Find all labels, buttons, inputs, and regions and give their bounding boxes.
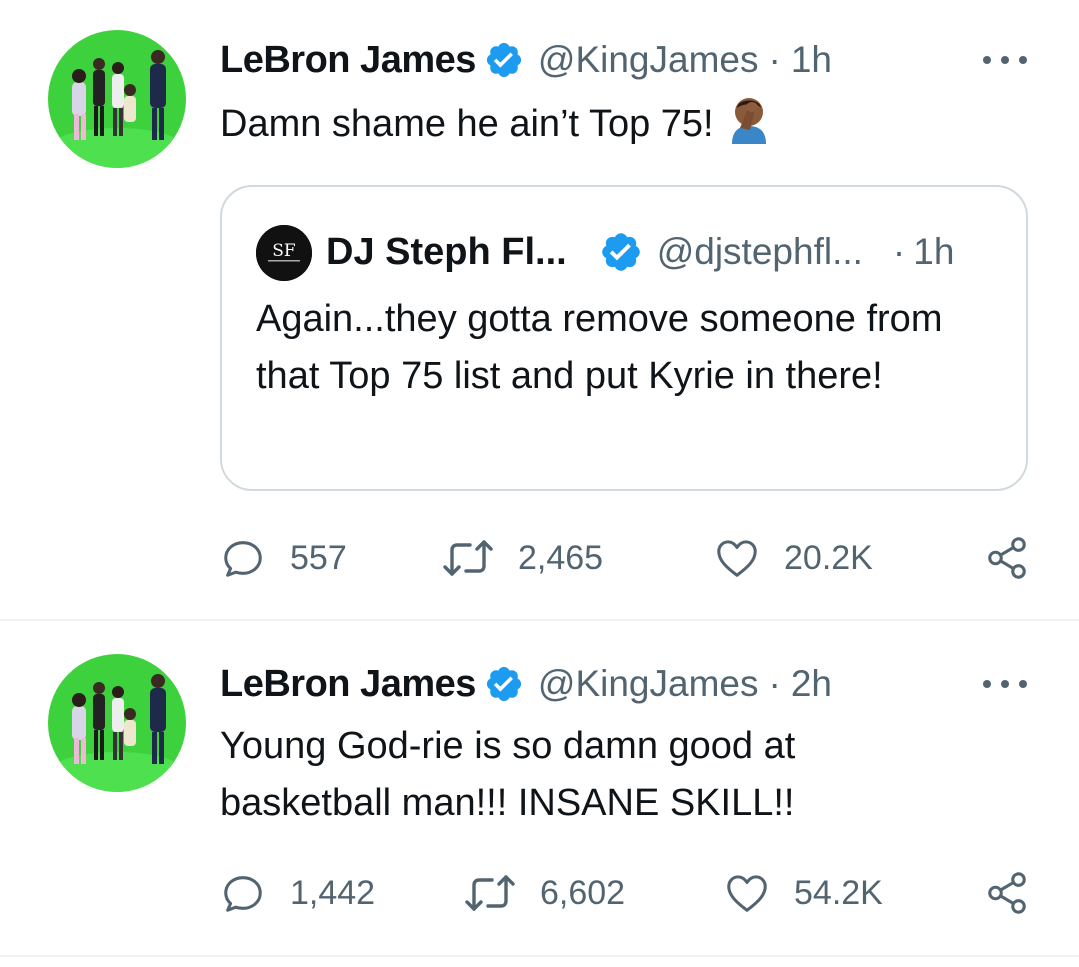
share-icon xyxy=(984,535,1030,581)
like-button[interactable]: 20.2K xyxy=(714,528,873,588)
quoted-tweet[interactable]: SF DJ Steph Fl... @djstephfl... · 1h Aga… xyxy=(220,185,1028,491)
reply-icon xyxy=(220,535,266,581)
tweet-time[interactable]: 2h xyxy=(791,663,832,705)
tweet-divider xyxy=(0,619,1079,621)
more-options-icon[interactable] xyxy=(983,674,1027,694)
tweet-header: LeBron James @KingJames · 2h xyxy=(220,656,832,712)
tweet-time[interactable]: 1h xyxy=(791,39,832,81)
reply-button[interactable]: 1,442 xyxy=(220,863,375,923)
retweet-icon xyxy=(442,535,494,581)
author-avatar[interactable] xyxy=(48,30,186,168)
separator-dot: · xyxy=(768,663,781,704)
share-button[interactable] xyxy=(984,528,1030,588)
tweet-header: LeBron James @KingJames · 1h xyxy=(220,32,832,88)
quoted-tweet-text: Again...they gotta remove someone from t… xyxy=(256,298,943,397)
separator-dot: · xyxy=(768,39,781,80)
quoted-tweet-time: 1h xyxy=(913,231,955,272)
retweet-icon xyxy=(464,870,516,916)
quoted-author-name: DJ Steph Fl... xyxy=(326,230,567,273)
tweet-text-content: Damn shame he ain’t Top 75! xyxy=(220,103,714,145)
reply-button[interactable]: 557 xyxy=(220,528,347,588)
author-name[interactable]: LeBron James xyxy=(220,39,476,82)
reply-icon xyxy=(220,870,266,916)
verified-badge-icon xyxy=(484,664,524,704)
quoted-avatar-initials: SF xyxy=(272,241,296,261)
tweet-text-line: basketball man!!! INSANE SKILL!! xyxy=(220,782,795,824)
verified-badge-icon xyxy=(599,230,643,274)
facepalm-emoji-icon xyxy=(728,94,770,161)
heart-icon xyxy=(724,870,770,916)
share-button[interactable] xyxy=(984,863,1030,923)
separator-dot: · xyxy=(892,231,906,272)
quoted-author-avatar[interactable]: SF xyxy=(256,225,312,281)
retweet-button[interactable]: 2,465 xyxy=(442,528,603,588)
quoted-author-handle: @djstephfl... xyxy=(656,231,863,272)
like-count: 20.2K xyxy=(784,538,873,577)
retweet-count: 2,465 xyxy=(518,538,604,577)
retweet-count: 6,602 xyxy=(540,873,626,912)
more-options-icon[interactable] xyxy=(983,50,1027,70)
like-count: 54.2K xyxy=(794,873,883,912)
reply-count: 557 xyxy=(290,538,347,577)
quoted-tweet-header: DJ Steph Fl... @djstephfl... · 1h xyxy=(326,223,954,281)
author-handle[interactable]: @KingJames xyxy=(538,39,759,81)
author-avatar[interactable] xyxy=(48,654,186,792)
tweet-text: Damn shame he ain’t Top 75! xyxy=(220,94,1000,161)
author-name[interactable]: LeBron James xyxy=(220,663,476,706)
author-handle[interactable]: @KingJames xyxy=(538,663,759,705)
tweet-text-line: Young God-rie is so damn good at xyxy=(220,725,796,767)
like-button[interactable]: 54.2K xyxy=(724,863,883,923)
retweet-button[interactable]: 6,602 xyxy=(464,863,625,923)
tweet-divider xyxy=(0,955,1079,957)
tweet-text: Young God-rie is so damn good at basketb… xyxy=(220,718,1000,832)
verified-badge-icon xyxy=(484,40,524,80)
tweet-actions: 557 2,465 20.2K xyxy=(220,528,1040,588)
tweet[interactable]: LeBron James @KingJames · 2h Young God-r… xyxy=(0,622,1079,957)
tweet[interactable]: LeBron James @KingJames · 1h Damn shame … xyxy=(0,0,1079,620)
share-icon xyxy=(984,870,1030,916)
tweet-actions: 1,442 6,602 54.2K xyxy=(220,863,1040,923)
reply-count: 1,442 xyxy=(290,873,376,912)
heart-icon xyxy=(714,535,760,581)
